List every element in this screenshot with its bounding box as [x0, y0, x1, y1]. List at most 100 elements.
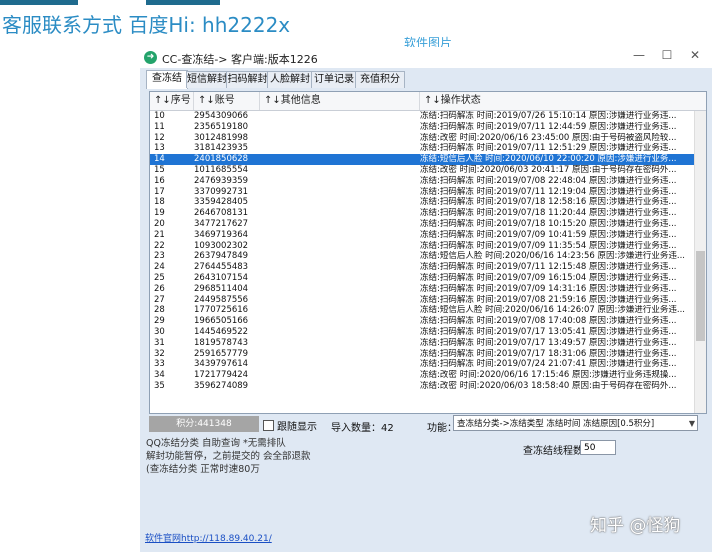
table-row[interactable]: 21 3469719364 冻结:扫码解冻 时间:2019/07/09 10:41:… — [150, 230, 694, 241]
table-row[interactable]: 29 1966505166 冻结:扫码解冻 时间:2019/07/08 17:40:… — [150, 316, 694, 327]
column-header-account[interactable]: ↑↓账号 — [194, 92, 260, 110]
freeze-threads-label: 查冻结线程数 — [523, 446, 583, 457]
checkbox-box[interactable] — [263, 420, 274, 431]
score-button[interactable]: 积分:441348 — [149, 416, 259, 432]
row-account: 1093002302 — [194, 240, 249, 251]
tab-face-unlock[interactable]: 人脸解封 — [267, 71, 313, 88]
row-number: 26 — [154, 283, 165, 294]
freeze-threads-input[interactable]: 50 — [580, 440, 616, 455]
list-header: ↑↓序号 ↑↓账号 ↑↓其他信息 ↑↓操作状态 — [150, 92, 706, 111]
function-select[interactable]: 查冻结分类->冻结类型 冻结时间 冻结原因[0.5积分] ▼ — [453, 415, 698, 431]
table-row[interactable]: 32 2591657779 冻结:扫码解冻 时间:2019/07/17 18:31:… — [150, 349, 694, 360]
row-number: 18 — [154, 197, 165, 208]
official-site-link[interactable]: 软件官网http://118.89.40.21/ — [145, 531, 272, 544]
vertical-scrollbar[interactable] — [694, 111, 706, 413]
table-row[interactable]: 31 1819578743 冻结:扫码解冻 时间:2019/07/17 13:49:… — [150, 338, 694, 349]
row-status: 冻结:扫码解冻 时间:2019/07/08 17:40:08 原因:涉嫌进行业务… — [420, 316, 677, 327]
row-account: 1770725616 — [194, 305, 249, 316]
row-number: 29 — [154, 316, 165, 327]
table-row[interactable]: 28 1770725616 冻结:短信后人脸 时间:2020/06/16 14:26… — [150, 305, 694, 316]
row-number: 28 — [154, 305, 165, 316]
maximize-button[interactable]: ☐ — [652, 48, 682, 62]
row-number: 33 — [154, 359, 165, 370]
row-account: 1011685554 — [194, 165, 249, 175]
row-account: 2968511404 — [194, 283, 249, 294]
table-row[interactable]: 12 3012481998 冻结:改密 时间:2020/06/16 23:45:00… — [150, 133, 694, 144]
row-number: 15 — [154, 165, 165, 175]
column-header-no[interactable]: ↑↓序号 — [150, 92, 194, 110]
row-status: 冻结:短信后人脸 时间:2020/06/16 14:26:07 原因:涉嫌进行业… — [420, 305, 685, 316]
row-account: 3012481998 — [194, 132, 249, 143]
row-status: 冻结:扫码解冻 时间:2019/07/18 12:58:16 原因:涉嫌进行业务… — [420, 197, 677, 208]
row-status: 冻结:扫码解冻 时间:2019/07/17 13:05:41 原因:涉嫌进行业务… — [420, 327, 677, 337]
account-list[interactable]: ↑↓序号 ↑↓账号 ↑↓其他信息 ↑↓操作状态 10 2954309066 冻结:扫… — [149, 91, 707, 414]
column-header-info[interactable]: ↑↓其他信息 — [260, 92, 420, 110]
row-account: 3596274089 — [194, 381, 249, 391]
contact-headline: 客服联系方式 百度Hi: hh2222x — [2, 13, 291, 37]
app-window: ➜ CC-查冻结-> 客户端:版本1226 — ☐ ✕ 查冻结 短信解封 扫码解… — [140, 47, 712, 552]
row-account: 3439797614 — [194, 359, 249, 370]
table-row[interactable]: 19 2646708131 冻结:扫码解冻 时间:2019/07/18 11:20:… — [150, 208, 694, 219]
follow-display-checkbox[interactable]: 跟随显示 — [263, 418, 317, 433]
table-row[interactable]: 16 2476939359 冻结:扫码解冻 时间:2019/07/08 22:48:… — [150, 176, 694, 187]
table-row[interactable]: 13 3181423935 冻结:扫码解冻 时间:2019/07/11 12:51:… — [150, 143, 694, 154]
close-button[interactable]: ✕ — [680, 48, 710, 62]
row-number: 17 — [154, 186, 165, 197]
row-account: 2646708131 — [194, 208, 249, 219]
import-count-label: 导入数量： — [331, 423, 381, 434]
row-status: 冻结:短信后人脸 时间:2020/06/16 14:23:56 原因:涉嫌进行业… — [420, 251, 685, 262]
row-status: 冻结:扫码解冻 时间:2019/07/08 21:59:16 原因:涉嫌进行业务… — [420, 294, 677, 305]
row-account: 3370992731 — [194, 186, 249, 197]
tab-scan-unlock[interactable]: 扫码解封 — [226, 71, 269, 88]
row-status: 冻结:扫码解冻 时间:2019/07/17 13:49:57 原因:涉嫌进行业务… — [420, 337, 677, 348]
row-account: 2356519180 — [194, 121, 249, 132]
table-row[interactable]: 10 2954309066 冻结:扫码解冻 时间:2019/07/26 15:10:… — [150, 111, 694, 122]
row-status: 冻结:扫码解冻 时间:2019/07/18 10:15:20 原因:涉嫌进行业务… — [420, 219, 677, 229]
tab-order-records[interactable]: 订单记录 — [311, 71, 357, 88]
row-status: 冻结:扫码解冻 时间:2019/07/18 11:20:44 原因:涉嫌进行业务… — [420, 208, 677, 219]
row-status: 冻结:扫码解冻 时间:2019/07/17 18:31:06 原因:涉嫌进行业务… — [420, 348, 677, 359]
top-edge-bar — [146, 0, 220, 5]
table-row[interactable]: 22 1093002302 冻结:扫码解冻 时间:2019/07/09 11:35:… — [150, 241, 694, 252]
row-status: 冻结:扫码解冻 时间:2019/07/09 11:35:54 原因:涉嫌进行业务… — [420, 240, 677, 251]
table-row[interactable]: 23 2637947849 冻结:短信后人脸 时间:2020/06/16 14:23… — [150, 251, 694, 262]
table-row[interactable]: 15 1011685554 冻结:改密 时间:2020/06/03 20:41:17… — [150, 165, 694, 176]
table-row[interactable]: 30 1445469522 冻结:扫码解冻 时间:2019/07/17 13:05:… — [150, 327, 694, 338]
column-header-status[interactable]: ↑↓操作状态 — [420, 92, 706, 110]
table-row[interactable]: 26 2968511404 冻结:扫码解冻 时间:2019/07/09 14:31:… — [150, 284, 694, 295]
minimize-button[interactable]: — — [624, 48, 654, 62]
table-row[interactable]: 25 2643107154 冻结:扫码解冻 时间:2019/07/09 16:15:… — [150, 273, 694, 284]
table-row[interactable]: 14 2401850628 冻结:短信后人脸 时间:2020/06/10 22:00… — [150, 154, 694, 165]
table-row[interactable]: 27 2449587556 冻结:扫码解冻 时间:2019/07/08 21:59:… — [150, 295, 694, 306]
row-account: 1819578743 — [194, 337, 249, 348]
table-row[interactable]: 35 3596274089 冻结:改密 时间:2020/06/03 18:58:40… — [150, 381, 694, 392]
row-number: 27 — [154, 294, 165, 305]
row-number: 34 — [154, 370, 165, 381]
table-row[interactable]: 11 2356519180 冻结:扫码解冻 时间:2019/07/11 12:44:… — [150, 122, 694, 133]
tab-check-freeze[interactable]: 查冻结 — [146, 70, 188, 89]
row-account: 2476939359 — [194, 175, 249, 186]
table-row[interactable]: 17 3370992731 冻结:扫码解冻 时间:2019/07/11 12:19:… — [150, 187, 694, 198]
table-row[interactable]: 18 3359428405 冻结:扫码解冻 时间:2019/07/18 12:58:… — [150, 197, 694, 208]
row-number: 31 — [154, 337, 165, 348]
row-number: 22 — [154, 240, 165, 251]
table-row[interactable]: 33 3439797614 冻结:扫码解冻 时间:2019/07/24 21:07:… — [150, 359, 694, 370]
row-account: 2764455483 — [194, 262, 249, 273]
row-number: 13 — [154, 143, 165, 154]
row-status: 冻结:扫码解冻 时间:2019/07/11 12:15:48 原因:涉嫌进行业务… — [420, 262, 677, 273]
row-account: 2637947849 — [194, 251, 249, 262]
row-number: 23 — [154, 251, 165, 262]
row-account: 2591657779 — [194, 348, 249, 359]
row-account: 2643107154 — [194, 273, 249, 283]
function-select-value: 查冻结分类->冻结类型 冻结时间 冻结原因[0.5积分] — [457, 419, 655, 429]
scrollbar-thumb[interactable] — [696, 251, 705, 341]
row-number: 12 — [154, 132, 165, 143]
row-status: 冻结:扫码解冻 时间:2019/07/09 16:15:04 原因:涉嫌进行业务… — [420, 273, 677, 283]
tab-recharge[interactable]: 充值积分 — [355, 71, 405, 88]
table-row[interactable]: 24 2764455483 冻结:扫码解冻 时间:2019/07/11 12:15:… — [150, 262, 694, 273]
title-bar: ➜ CC-查冻结-> 客户端:版本1226 — ☐ ✕ — [140, 47, 712, 68]
row-status: 冻结:扫码解冻 时间:2019/07/24 21:07:41 原因:涉嫌进行业务… — [420, 359, 677, 370]
table-row[interactable]: 20 3477217627 冻结:扫码解冻 时间:2019/07/18 10:15:… — [150, 219, 694, 230]
tab-sms-unlock[interactable]: 短信解封 — [186, 71, 228, 88]
table-row[interactable]: 34 1721779424 冻结:改密 时间:2020/06/16 17:15:46… — [150, 370, 694, 381]
